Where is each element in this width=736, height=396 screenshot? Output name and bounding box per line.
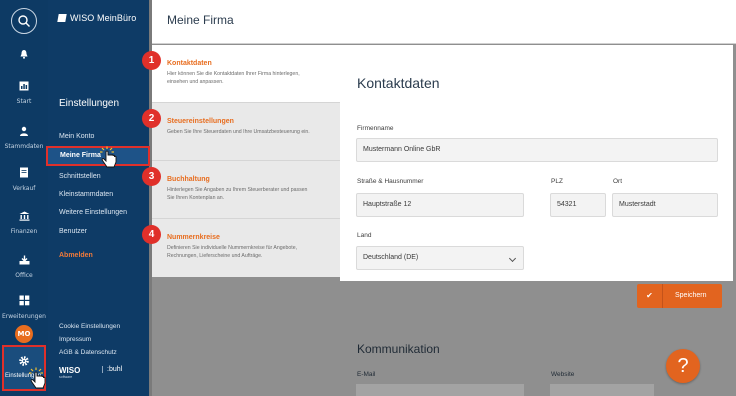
rail-item-start[interactable]: Start	[0, 76, 48, 105]
settings-sidebar: WISO MeinBüro Einstellungen Mein Konto S…	[48, 0, 152, 396]
hand-cursor-icon	[100, 146, 117, 168]
rail-label-erweiterungen: Erweiterungen	[2, 313, 46, 320]
help-button[interactable]: ?	[666, 349, 700, 383]
buhl-brand: :buhl	[102, 366, 122, 373]
step-title: Buchhaltung	[167, 176, 210, 183]
save-button-label: Speichern	[675, 292, 707, 299]
download-icon	[19, 255, 29, 265]
street-input[interactable]: Hauptstraße 12	[356, 193, 524, 217]
country-select[interactable]: Deutschland (DE)	[356, 246, 524, 270]
logo-mark-icon	[57, 14, 67, 22]
chart-icon	[19, 81, 29, 91]
wiso-brand: WISO software	[59, 366, 80, 379]
country-label: Land	[357, 232, 372, 239]
step-description: Geben Sie Ihre Steuerdaten und Ihre Umsa…	[167, 129, 310, 135]
sidebar-item-schnittstellen[interactable]: Schnittstellen	[59, 173, 101, 180]
zip-label: PLZ	[551, 178, 563, 185]
gear-icon	[19, 356, 29, 366]
sidebar-item-label: Meine Firma	[60, 152, 101, 159]
document-icon	[20, 167, 28, 178]
step-nummernkreise[interactable]: 4 Nummernkreise Definieren Sie individue…	[142, 219, 340, 276]
person-icon	[20, 126, 28, 136]
step-description: Hier können Sie die Kontaktdaten Ihrer F…	[167, 71, 300, 85]
street-label: Straße & Hausnummer	[357, 178, 424, 185]
step-number-badge: 4	[142, 225, 161, 244]
rail-label-verkauf: Verkauf	[12, 185, 36, 192]
email-input[interactable]	[356, 384, 524, 396]
communication-title: Kommunikation	[357, 342, 440, 356]
city-label: Ort	[613, 178, 623, 185]
impressum-link[interactable]: Impressum	[59, 336, 91, 343]
steps-column: 1 Kontaktdaten Hier können Sie die Konta…	[142, 45, 340, 277]
bell-icon	[20, 50, 28, 59]
contact-form: Kontaktdaten Firmenname Mustermann Onlin…	[340, 45, 733, 281]
save-button[interactable]: ✔ Speichern	[637, 284, 722, 308]
zip-input[interactable]: 54321	[550, 193, 606, 217]
cookie-settings-link[interactable]: Cookie Einstellungen	[59, 323, 120, 330]
search-button[interactable]	[11, 8, 37, 34]
bank-icon	[19, 211, 29, 221]
page-header: Meine Firma	[152, 0, 736, 44]
agb-datenschutz-link[interactable]: AGB & Datenschutz	[59, 349, 117, 356]
sidebar-item-meine-firma[interactable]: Meine Firma	[46, 146, 150, 166]
step-title: Kontaktdaten	[167, 60, 212, 67]
icon-rail: Start Stammdaten Verkauf Finanzen Office…	[0, 0, 48, 396]
step-kontaktdaten[interactable]: 1 Kontaktdaten Hier können Sie die Konta…	[142, 45, 340, 102]
sidebar-item-mein-konto[interactable]: Mein Konto	[59, 133, 94, 140]
rail-label-finanzen: Finanzen	[10, 228, 38, 235]
rail-item-verkauf[interactable]: Verkauf	[0, 163, 48, 192]
wiso-brand-text: WISO	[59, 366, 81, 375]
step-steuereinstellungen[interactable]: 2 Steuereinstellungen Geben Sie Ihre Ste…	[142, 103, 340, 160]
step-description: Definieren Sie individuelle Nummernkreis…	[167, 245, 298, 259]
sidebar-item-weitere-einstellungen[interactable]: Weitere Einstellungen	[59, 209, 127, 216]
hand-cursor-icon	[29, 367, 46, 389]
rail-item-stammdaten[interactable]: Stammdaten	[0, 121, 48, 150]
city-input[interactable]: Musterstadt	[612, 193, 718, 217]
step-number-badge: 3	[142, 167, 161, 186]
rail-item-notifications[interactable]	[0, 44, 48, 63]
step-title: Steuereinstellungen	[167, 118, 234, 125]
rail-item-office[interactable]: Office	[0, 250, 48, 279]
grid-icon	[19, 295, 29, 306]
logo-text: WISO MeinBüro	[70, 13, 137, 23]
app-logo: WISO MeinBüro	[57, 13, 137, 23]
step-buchhaltung[interactable]: 3 Buchhaltung Hinterlegen Sie Angaben zu…	[142, 161, 340, 218]
sidebar-item-kleinstammdaten[interactable]: Kleinstammdaten	[59, 191, 113, 198]
check-icon: ✔	[637, 284, 663, 308]
step-description: Hinterlegen Sie Angaben zu Ihrem Steuerb…	[167, 187, 308, 201]
avatar[interactable]: MO	[15, 325, 33, 343]
rail-item-erweiterungen[interactable]: Erweiterungen	[0, 291, 48, 320]
rail-label-office: Office	[15, 272, 33, 279]
search-icon	[18, 15, 30, 27]
wiso-brand-sub: software	[59, 375, 73, 379]
rail-label-start: Start	[16, 98, 32, 105]
logout-link[interactable]: Abmelden	[59, 252, 93, 259]
website-label: Website	[551, 371, 575, 378]
website-input[interactable]	[550, 384, 654, 396]
page-title: Meine Firma	[167, 13, 234, 27]
sidebar-title: Einstellungen	[59, 98, 120, 109]
rail-item-finanzen[interactable]: Finanzen	[0, 206, 48, 235]
form-title: Kontaktdaten	[357, 75, 440, 91]
step-number-badge: 1	[142, 51, 161, 70]
sidebar-item-benutzer[interactable]: Benutzer	[59, 228, 87, 235]
step-title: Nummernkreise	[167, 234, 220, 241]
step-number-badge: 2	[142, 109, 161, 128]
email-label: E-Mail	[357, 371, 376, 378]
company-name-label: Firmenname	[357, 125, 394, 132]
rail-label-stammdaten: Stammdaten	[4, 143, 44, 150]
company-name-input[interactable]: Mustermann Online GbR	[356, 138, 718, 162]
